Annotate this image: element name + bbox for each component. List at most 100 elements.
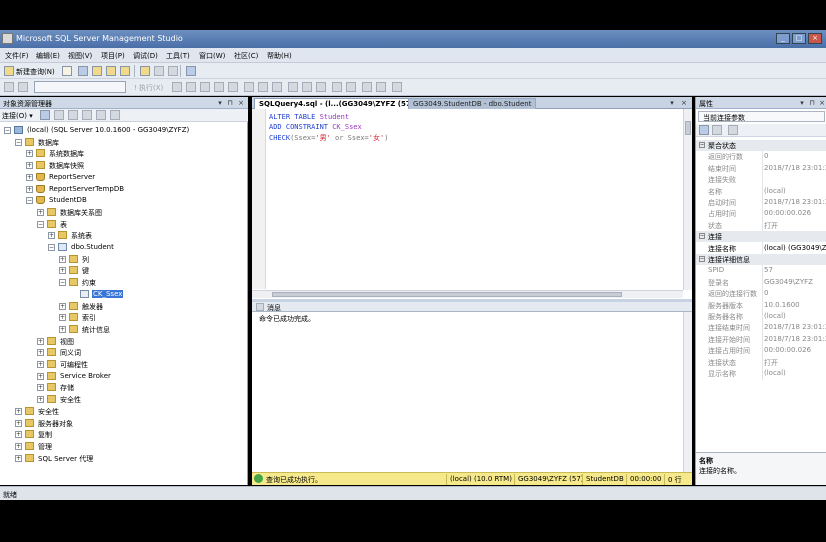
stop-icon[interactable] xyxy=(68,110,78,120)
results-to-file-icon[interactable] xyxy=(316,82,326,92)
tree-node[interactable]: − 数据库 xyxy=(0,137,248,148)
pin-icon[interactable]: ⊓ xyxy=(226,99,234,107)
tree-node[interactable]: + 键 xyxy=(0,265,248,276)
property-row[interactable]: 连接状态 打开 xyxy=(696,357,826,368)
code-line[interactable]: ADD CONSTRAINT CK_Ssex xyxy=(269,123,362,131)
property-category[interactable]: − 连接详细信息 xyxy=(696,254,826,265)
tree-node[interactable]: + 存储 xyxy=(0,382,248,393)
pin-icon[interactable]: ⊓ xyxy=(808,99,816,107)
intellisense-icon[interactable] xyxy=(258,82,268,92)
code-area[interactable]: ALTER TABLE Student ADD CONSTRAINT CK_Sse… xyxy=(252,109,682,289)
menu-edit[interactable]: 编辑(E) xyxy=(36,51,60,61)
tree-node[interactable]: − StudentDB xyxy=(0,195,248,206)
collapse-icon[interactable]: − xyxy=(48,244,55,251)
results-to-text-icon[interactable] xyxy=(288,82,298,92)
collapse-icon[interactable]: − xyxy=(15,138,22,146)
editor-horizontal-scroll-thumb[interactable] xyxy=(272,292,622,297)
minimize-icon[interactable]: _ xyxy=(776,33,790,44)
filter-icon[interactable] xyxy=(82,110,92,120)
property-row[interactable]: 启动时间 2018/7/18 23:01:3 xyxy=(696,197,826,208)
expand-icon[interactable]: + xyxy=(15,407,22,415)
cancel-query-icon[interactable] xyxy=(186,82,196,92)
expand-icon[interactable]: + xyxy=(37,384,44,392)
expand-icon[interactable]: + xyxy=(37,396,44,404)
tree-node[interactable]: + 触发器 xyxy=(0,301,248,312)
tree-node[interactable]: − 表 xyxy=(0,219,248,230)
execute-button[interactable]: ! 执行(X) xyxy=(134,83,163,93)
tree-node[interactable]: + 复制 xyxy=(0,429,248,440)
property-row[interactable]: 占用时间 00:00:00.026 xyxy=(696,208,826,219)
property-category[interactable]: − 聚合状态 xyxy=(696,140,826,151)
uncomment-icon[interactable] xyxy=(346,82,356,92)
expand-icon[interactable]: + xyxy=(15,431,22,439)
close-tab-icon[interactable]: × xyxy=(680,99,688,107)
new-file-icon[interactable] xyxy=(62,66,72,76)
expand-icon[interactable]: + xyxy=(26,162,33,170)
tree-node[interactable]: + 系统数据库 xyxy=(0,148,248,159)
property-category[interactable]: − 连接 xyxy=(696,231,826,243)
results-vertical-scrollbar[interactable] xyxy=(683,312,692,472)
design-query-icon[interactable] xyxy=(228,82,238,92)
menu-debug[interactable]: 调试(D) xyxy=(133,51,158,61)
results-to-grid-icon[interactable] xyxy=(302,82,312,92)
dropdown-icon[interactable]: ▾ xyxy=(216,99,224,107)
open-file-icon[interactable] xyxy=(140,66,150,76)
expand-icon[interactable]: + xyxy=(59,314,66,322)
connect-icon[interactable] xyxy=(4,82,14,92)
decrease-indent-icon[interactable] xyxy=(362,82,372,92)
tree-node[interactable]: − (local) (SQL Server 10.0.1600 - GG3049\… xyxy=(0,125,248,136)
collapse-icon[interactable]: − xyxy=(59,279,66,287)
expand-icon[interactable]: + xyxy=(59,325,66,333)
collapse-icon[interactable]: − xyxy=(699,256,705,262)
property-row[interactable]: 服务器名称 (local) xyxy=(696,311,826,322)
analysis-query-icon[interactable] xyxy=(92,66,102,76)
tree-node[interactable]: CK_Ssex xyxy=(0,289,248,300)
categorized-icon[interactable] xyxy=(699,125,709,135)
collapse-icon[interactable]: − xyxy=(699,233,705,240)
menu-file[interactable]: 文件(F) xyxy=(5,51,29,61)
query-options-icon[interactable] xyxy=(244,82,254,92)
expand-icon[interactable]: + xyxy=(15,419,22,427)
menu-window[interactable]: 窗口(W) xyxy=(199,51,225,61)
execution-plan-icon[interactable] xyxy=(214,82,224,92)
tree-node[interactable]: + SQL Server 代理 xyxy=(0,453,248,464)
refresh-icon[interactable] xyxy=(96,110,106,120)
property-row[interactable]: SPID 57 xyxy=(696,265,826,276)
property-row[interactable]: 连接占用时间 00:00:00.026 xyxy=(696,345,826,356)
tree-node[interactable]: − dbo.Student xyxy=(0,242,248,253)
tree-node[interactable]: + 视图 xyxy=(0,336,248,347)
parse-icon[interactable] xyxy=(200,82,210,92)
property-row[interactable]: 返回的行数 0 xyxy=(696,151,826,162)
save-all-icon[interactable] xyxy=(168,66,178,76)
save-icon[interactable] xyxy=(154,66,164,76)
summary-icon[interactable] xyxy=(110,110,120,120)
activity-monitor-icon[interactable] xyxy=(186,66,196,76)
tree-node[interactable]: + 管理 xyxy=(0,441,248,452)
property-row[interactable]: 连接失败 xyxy=(696,174,826,185)
expand-icon[interactable]: + xyxy=(48,232,55,240)
close-icon[interactable]: × xyxy=(818,99,826,107)
tab-list-dropdown-icon[interactable]: ▾ xyxy=(668,99,676,107)
menu-help[interactable]: 帮助(H) xyxy=(267,51,292,61)
menu-project[interactable]: 项目(P) xyxy=(101,51,125,61)
expand-icon[interactable]: + xyxy=(15,442,22,450)
specify-values-icon[interactable] xyxy=(392,82,402,92)
database-engine-query-icon[interactable] xyxy=(78,66,88,76)
tree-node[interactable]: − 约束 xyxy=(0,277,248,288)
tree-node[interactable]: + 安全性 xyxy=(0,394,248,405)
close-icon[interactable]: × xyxy=(237,99,245,107)
menu-view[interactable]: 视图(V) xyxy=(68,51,92,61)
tree-node[interactable]: + 同义词 xyxy=(0,347,248,358)
property-row[interactable]: 名称 (local) xyxy=(696,186,826,197)
object-selector[interactable]: 当前连接参数 xyxy=(698,111,825,122)
results-pane[interactable]: 命令已成功完成。 xyxy=(252,312,692,472)
tree-node[interactable]: + 可编程性 xyxy=(0,359,248,370)
expand-icon[interactable]: + xyxy=(37,208,44,216)
tree-node[interactable]: + ReportServerTempDB xyxy=(0,184,248,195)
tree-node[interactable]: + Service Broker xyxy=(0,371,248,382)
collapse-icon[interactable]: − xyxy=(37,220,44,228)
collapse-icon[interactable]: − xyxy=(26,197,33,205)
connect-dropdown[interactable]: 连接(O) ▾ xyxy=(2,111,33,121)
dropdown-icon[interactable]: ▾ xyxy=(798,99,806,107)
editor-vertical-scrollbar[interactable] xyxy=(683,109,692,290)
